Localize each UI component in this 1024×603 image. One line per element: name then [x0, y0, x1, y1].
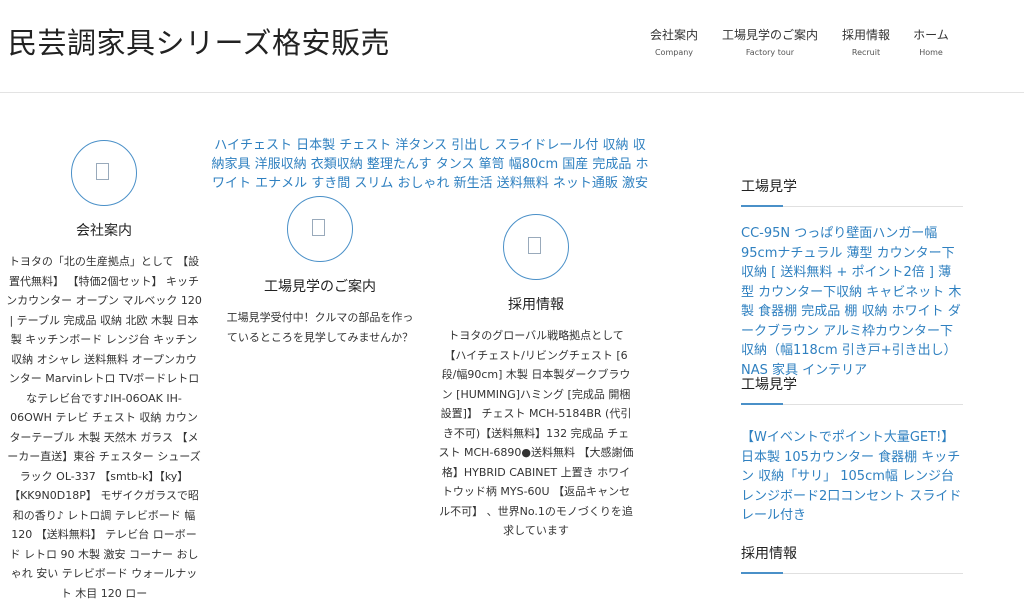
column-title: 工場見学のご案内 — [264, 279, 376, 295]
featured-product-link[interactable]: ハイチェスト 日本製 チェスト 洋タンス 引出し スライドレール付 収納 収納家… — [210, 136, 650, 193]
column-title: 採用情報 — [508, 297, 564, 313]
widget-link-factory-2[interactable]: 【Wイベントでポイント大量GET!】 日本製 105カウンター 食器棚 キッチン… — [741, 428, 963, 526]
nav-item-company[interactable]: 会社案内 Company — [648, 26, 700, 57]
nav-sublabel: Factory tour — [745, 48, 795, 57]
factory-tour-column: 工場見学のご案内 工場見学受付中！クルマの部品を作っているところを見学してみませ… — [222, 196, 418, 347]
recruit-column: 採用情報 トヨタのグローバル戦略拠点として 【ハイチェスト/リビングチェスト [… — [438, 214, 634, 541]
widget-title-factory-2: 工場見学 — [741, 374, 963, 405]
nav-label: 会社案内 — [649, 28, 698, 42]
column-text: トヨタの「北の生産拠点」として 【設置代無料】 【特価2個セット】 キッチンカウ… — [6, 255, 202, 600]
nav-item-recruit[interactable]: 採用情報 Recruit — [838, 26, 894, 57]
nav-sublabel: Company — [654, 48, 694, 57]
company-column: 会社案内 トヨタの「北の生産拠点」として 【設置代無料】 【特価2個セット】 キ… — [6, 140, 202, 603]
widget-title-factory: 工場見学 — [741, 176, 963, 207]
nav-label: 採用情報 — [841, 28, 890, 42]
widget-link-factory[interactable]: CC-95N つっぱり壁面ハンガー幅95cmナチュラル 薄型 カウンター下収納 … — [741, 224, 963, 380]
column-text: トヨタのグローバル戦略拠点として 【ハイチェスト/リビングチェスト [6段/幅9… — [438, 329, 634, 537]
nav-sublabel: Home — [919, 48, 943, 57]
main-nav: 会社案内 Company 工場見学のご案内 Factory tour 採用情報 … — [0, 26, 1024, 66]
nav-item-factory-tour[interactable]: 工場見学のご案内 Factory tour — [720, 26, 820, 57]
nav-item-home[interactable]: ホーム Home — [908, 26, 954, 57]
building-icon — [71, 140, 137, 206]
column-text: 工場見学受付中！クルマの部品を作っているところを見学してみませんか？ — [226, 311, 414, 344]
recruit-icon — [503, 214, 569, 280]
nav-sublabel: Recruit — [851, 48, 881, 57]
column-title: 会社案内 — [76, 223, 132, 239]
site-header: 民芸調家具シリーズ格安販売 会社案内 Company 工場見学のご案内 Fact… — [0, 0, 1024, 93]
nav-label: 工場見学のご案内 — [721, 28, 818, 42]
nav-label: ホーム — [913, 28, 949, 42]
widget-title-recruit: 採用情報 — [741, 543, 963, 574]
factory-icon — [287, 196, 353, 262]
